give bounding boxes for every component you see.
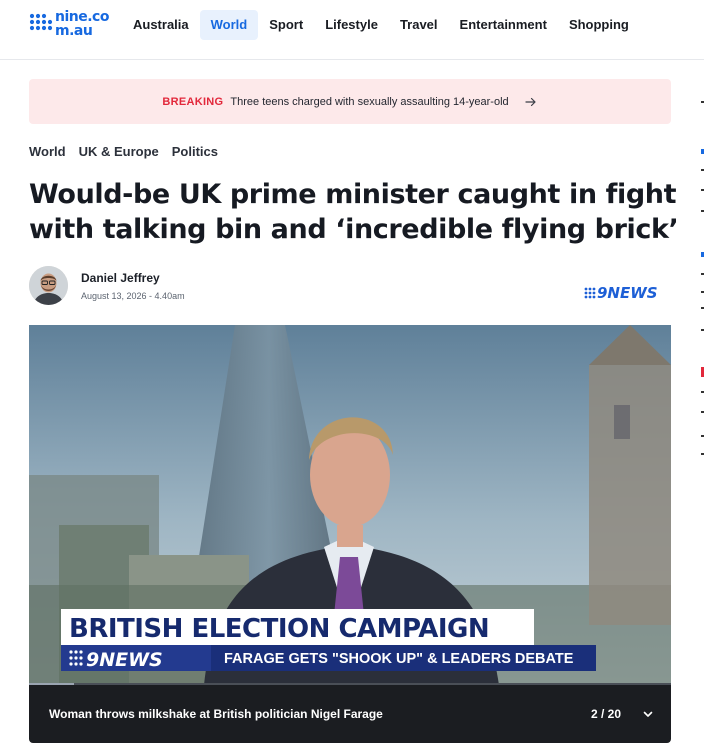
nav-shopping[interactable]: Shopping: [558, 10, 640, 40]
article-headline: Would-be UK prime minister caught in fig…: [29, 179, 679, 245]
breadcrumb: World UK & Europe Politics: [29, 143, 218, 161]
gallery-caption-bar: Woman throws milkshake at British politi…: [29, 685, 671, 743]
breaking-news-banner[interactable]: BREAKING Three teens charged with sexual…: [29, 79, 671, 124]
nav-lifestyle[interactable]: Lifestyle: [314, 10, 389, 40]
chevron-down-icon[interactable]: [641, 707, 655, 721]
breadcrumb-politics[interactable]: Politics: [172, 143, 218, 161]
nine-logo[interactable]: nine.com.au: [29, 9, 111, 39]
9news-wordmark: 9NEWS: [597, 284, 658, 302]
breaking-label: BREAKING: [162, 95, 224, 108]
lower-third-subtitle: FARAGE GETS "SHOOK UP" & LEADERS DEBATE: [224, 651, 574, 667]
sidebar-clipped-edge: [700, 95, 704, 465]
nav-travel[interactable]: Travel: [389, 10, 449, 40]
logo-wordmark: nine.com.au: [55, 9, 109, 39]
gallery-counter: 2 / 20: [591, 707, 622, 721]
breadcrumb-uk-europe[interactable]: UK & Europe: [79, 143, 159, 161]
arrow-right-icon: [525, 97, 536, 106]
author-avatar[interactable]: [29, 266, 68, 305]
publish-date: August 13, 2026 - 4.40am: [81, 291, 185, 301]
breadcrumb-world[interactable]: World: [29, 143, 66, 161]
main-nav: Australia World Sport Lifestyle Travel E…: [122, 10, 640, 40]
9news-brand-logo: 9NEWS: [584, 283, 672, 303]
nav-entertainment[interactable]: Entertainment: [449, 10, 558, 40]
author-name[interactable]: Daniel Jeffrey: [81, 271, 160, 285]
nav-australia[interactable]: Australia: [122, 10, 200, 40]
video-player[interactable]: BRITISH ELECTION CAMPAIGN 9NEWS FARAGE G…: [29, 325, 671, 685]
lower-third-brand: 9NEWS: [86, 649, 163, 671]
breaking-headline[interactable]: Three teens charged with sexually assaul…: [230, 96, 508, 108]
nav-sport[interactable]: Sport: [258, 10, 314, 40]
lower-third-title: BRITISH ELECTION CAMPAIGN: [69, 614, 489, 644]
nav-world[interactable]: World: [199, 10, 259, 40]
gallery-caption: Woman throws milkshake at British politi…: [49, 707, 383, 721]
site-header: nine.com.au Australia World Sport Lifest…: [0, 0, 704, 60]
